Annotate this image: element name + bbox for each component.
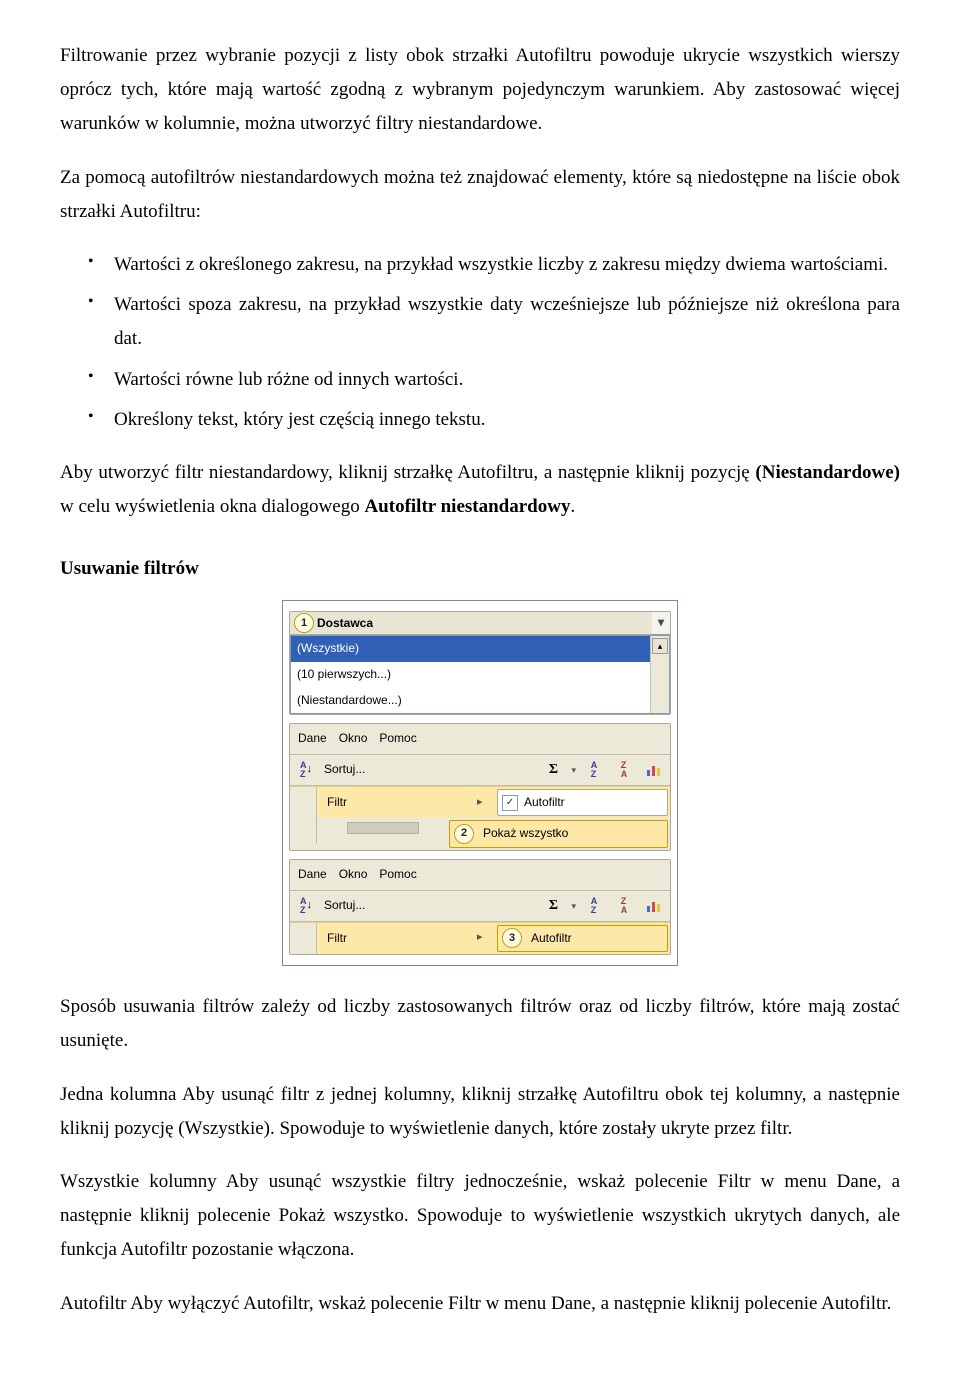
sort-az-icon: AZ	[300, 761, 307, 779]
scroll-up-icon[interactable]: ▴	[652, 638, 668, 654]
autofilter-listbox[interactable]: (Wszystkie) (10 pierwszych...) (Niestand…	[290, 635, 670, 714]
bold-niestandardowe: (Niestandardowe)	[755, 462, 900, 483]
panel-dropdown: 1 Dostawca ▾ (Wszystkie) (10 pierwszych.…	[289, 611, 671, 715]
text-run: w celu wyświetlenia okna dialogowego	[60, 496, 364, 517]
chevron-down-icon: ▾	[658, 612, 664, 634]
heading-remove-filters: Usuwanie filtrów	[60, 552, 900, 586]
sigma-icon: Σ	[549, 893, 558, 918]
submenu-arrow-icon: ▸	[477, 793, 497, 813]
sort-az-icon: AZ	[591, 897, 598, 915]
bold-autofiltr-niestandardowy: Autofiltr niestandardowy	[364, 496, 570, 517]
menu-dane[interactable]: Dane	[298, 728, 327, 750]
listbox-item-top10[interactable]: (10 pierwszych...)	[291, 662, 650, 688]
dropdown-arrow-icon[interactable]: ▾	[571, 762, 576, 778]
text-run: .	[570, 496, 575, 517]
sort-az-icon: AZ	[591, 761, 598, 779]
submenu-pokaz-wszystko[interactable]: 2 Pokaż wszystko	[449, 820, 668, 848]
submenu-autofiltr[interactable]: ✓ Autofiltr	[497, 789, 668, 817]
submenu-arrow-icon: ▸	[477, 928, 497, 948]
autosum-button[interactable]: Σ	[541, 894, 565, 918]
listbox-scrollbar[interactable]: ▴	[650, 636, 669, 713]
bullet-item: Wartości równe lub różne od innych warto…	[60, 363, 900, 397]
paragraph-one-column: Jedna kolumna Aby usunąć filtr z jednej …	[60, 1078, 900, 1146]
paragraph-removal-intro: Sposób usuwania filtrów zależy od liczby…	[60, 990, 900, 1058]
menu-okno[interactable]: Okno	[339, 728, 368, 750]
menu-placeholder	[347, 822, 419, 834]
menu-row-filter[interactable]: Filtr ▸ ✓ Autofiltr	[290, 786, 670, 819]
sort-za-icon: ZA	[621, 897, 628, 915]
menu-dane[interactable]: Dane	[298, 864, 327, 886]
bullet-item: Określony tekst, który jest częścią inne…	[60, 403, 900, 437]
menu-okno[interactable]: Okno	[339, 864, 368, 886]
column-header-dostawca[interactable]: Dostawca	[317, 613, 373, 635]
lead-one-column: Jedna kolumna	[60, 1084, 176, 1105]
menu-row-filter[interactable]: Filtr ▸ 3 Autofiltr	[290, 922, 670, 955]
menu-item-sortuj[interactable]: Sortuj...	[324, 759, 365, 781]
bullet-item: Wartości spoza zakresu, na przykład wszy…	[60, 288, 900, 356]
sigma-icon: Σ	[549, 757, 558, 782]
figure-container: 1 Dostawca ▾ (Wszystkie) (10 pierwszych.…	[60, 600, 900, 966]
sort-asc-button[interactable]: AZ	[582, 894, 606, 918]
lead-all-columns: Wszystkie kolumny	[60, 1171, 217, 1192]
sort-az-icon: AZ	[300, 897, 307, 915]
intro-paragraph-2: Za pomocą autofiltrów niestandardowych m…	[60, 161, 900, 229]
submenu-item-autofiltr[interactable]: Autofiltr	[531, 928, 572, 950]
toolbar: AZ↓ Sortuj... Σ ▾ AZ ZA	[290, 891, 670, 922]
callout-2: 2	[454, 824, 474, 844]
text-run: Aby utworzyć filtr niestandardowy, klikn…	[60, 462, 755, 483]
menu-item-filtr[interactable]: Filtr	[317, 924, 477, 954]
submenu-item-pokaz-wszystko[interactable]: Pokaż wszystko	[483, 823, 568, 845]
sort-az-button[interactable]: AZ↓	[294, 758, 318, 782]
menu-bar: Dane Okno Pomoc	[290, 860, 670, 891]
lead-autofiltr: Autofiltr	[60, 1293, 127, 1314]
intro-paragraph-1: Filtrowanie przez wybranie pozycji z lis…	[60, 39, 900, 142]
chart-button[interactable]	[642, 894, 666, 918]
text-run: Aby wyłączyć Autofiltr, wskaż polecenie …	[127, 1293, 892, 1314]
column-header-row: 1 Dostawca ▾	[290, 612, 670, 635]
bullet-item: Wartości z określonego zakresu, na przyk…	[60, 248, 900, 282]
paragraph-all-columns: Wszystkie kolumny Aby usunąć wszystkie f…	[60, 1165, 900, 1268]
submenu-item-autofiltr[interactable]: Autofiltr	[524, 792, 565, 814]
autosum-button[interactable]: Σ	[541, 758, 565, 782]
figure: 1 Dostawca ▾ (Wszystkie) (10 pierwszych.…	[282, 600, 678, 966]
menu-item-sortuj[interactable]: Sortuj...	[324, 895, 365, 917]
sort-desc-button[interactable]: ZA	[612, 894, 636, 918]
paragraph-autofiltr: Autofiltr Aby wyłączyć Autofiltr, wskaż …	[60, 1287, 900, 1321]
sort-asc-button[interactable]: AZ	[582, 758, 606, 782]
listbox-item-custom[interactable]: (Niestandardowe...)	[291, 688, 650, 714]
paragraph-custom-filter: Aby utworzyć filtr niestandardowy, klikn…	[60, 456, 900, 524]
callout-1: 1	[294, 613, 314, 633]
toolbar: AZ↓ Sortuj... Σ ▾ AZ ZA	[290, 755, 670, 786]
sort-desc-button[interactable]: ZA	[612, 758, 636, 782]
menu-pomoc[interactable]: Pomoc	[379, 864, 416, 886]
bullet-list: Wartości z określonego zakresu, na przyk…	[60, 248, 900, 437]
sort-az-button[interactable]: AZ↓	[294, 894, 318, 918]
submenu-autofiltr[interactable]: 3 Autofiltr	[497, 925, 668, 953]
checkbox-icon: ✓	[502, 795, 518, 811]
sort-za-icon: ZA	[621, 761, 628, 779]
menu-bar: Dane Okno Pomoc	[290, 724, 670, 755]
text-run: Aby usunąć filtr z jednej kolumny, klikn…	[60, 1084, 900, 1139]
autofilter-arrow-button[interactable]: ▾	[652, 612, 670, 635]
chart-button[interactable]	[642, 758, 666, 782]
menu-pomoc[interactable]: Pomoc	[379, 728, 416, 750]
panel-menu-3: Dane Okno Pomoc AZ↓ Sortuj... Σ ▾ AZ ZA	[289, 859, 671, 955]
dropdown-arrow-icon[interactable]: ▾	[571, 898, 576, 914]
panel-menu-2: Dane Okno Pomoc AZ↓ Sortuj... Σ ▾ AZ ZA	[289, 723, 671, 851]
menu-item-filtr[interactable]: Filtr	[317, 788, 477, 818]
callout-3: 3	[502, 928, 522, 948]
listbox-item-all[interactable]: (Wszystkie)	[291, 636, 650, 662]
